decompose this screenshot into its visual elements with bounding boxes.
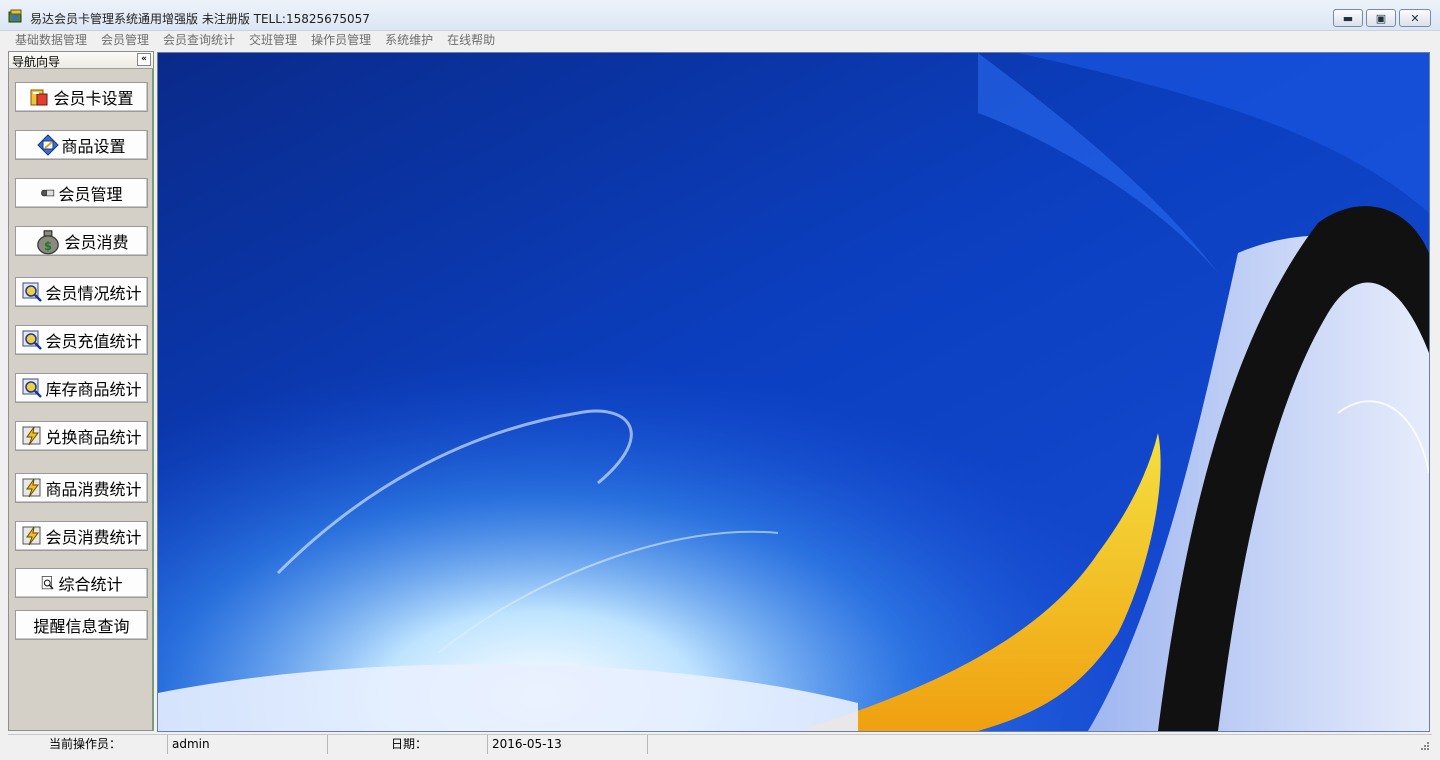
lightning-icon [22,526,41,546]
nav-header: 导航向导 « [9,52,153,69]
nav-button-label: 会员充值统计 [45,332,142,351]
title-bar: 易达会员卡管理系统通用增强版 未注册版 TELL:15825675057 ▬ ▣… [0,0,1440,31]
nav-button-label: 提醒信息查询 [33,617,130,636]
nav-button-card-settings[interactable]: 会员卡设置 [15,82,148,112]
menu-member-query[interactable]: 会员查询统计 [156,31,242,49]
date-label: 日期： [328,735,488,754]
money-bag-icon: $ [37,230,60,255]
nav-button-member-manage[interactable]: 会员管理 [15,178,148,208]
stats-magnifier-icon [22,378,43,398]
operator-value: admin [168,735,328,754]
main-background [157,52,1430,732]
nav-title: 导航向导 [12,55,61,69]
nav-button-member-consume[interactable]: $ 会员消费 [15,226,148,256]
nav-button-label: 会员消费统计 [45,528,142,547]
collapse-button[interactable]: « [137,53,151,66]
stats-magnifier-icon [22,282,43,302]
nav-button-member-status-stats[interactable]: 会员情况统计 [15,277,148,307]
nav-button-label: 会员卡设置 [53,89,134,108]
nav-button-label: 商品消费统计 [45,480,142,499]
menu-member-manage[interactable]: 会员管理 [94,31,156,49]
menu-shift-manage[interactable]: 交班管理 [242,31,304,49]
nav-button-product-consume-stats[interactable]: 商品消费统计 [15,473,148,503]
maximize-button[interactable]: ▣ [1366,9,1396,27]
lightning-icon [22,478,41,498]
lightning-icon [22,426,41,446]
nav-button-overall-stats[interactable]: 综合统计 [15,568,148,598]
nav-button-label: 库存商品统计 [45,380,142,399]
nav-button-member-recharge-stats[interactable]: 会员充值统计 [15,325,148,355]
nav-button-label: 综合统计 [58,575,123,594]
nav-button-label: 商品设置 [61,137,126,156]
navigation-panel: 导航向导 « 会员卡设置 商品设置 会员管理 $ 会员消费 会员情况统计 会员充… [8,51,154,731]
menu-online-help[interactable]: 在线帮助 [440,31,502,49]
nav-button-reminder-query[interactable]: 提醒信息查询 [15,610,148,640]
close-icon: ✕ [1410,11,1420,25]
minimize-icon: ▬ [1342,11,1354,25]
menu-basic-data[interactable]: 基础数据管理 [8,31,94,49]
menu-operator-manage[interactable]: 操作员管理 [304,31,378,49]
nav-button-label: 会员管理 [58,185,123,204]
window-title: 易达会员卡管理系统通用增强版 未注册版 TELL:15825675057 [30,12,370,26]
member-manage-icon [41,189,55,197]
minimize-button[interactable]: ▬ [1333,9,1363,27]
stats-magnifier-icon [22,330,43,350]
nav-button-label: 兑换商品统计 [45,428,142,447]
app-icon [8,9,22,23]
product-settings-icon [37,134,60,156]
nav-button-member-consume-stats[interactable]: 会员消费统计 [15,521,148,551]
maximize-icon: ▣ [1375,11,1387,25]
svg-text:$: $ [45,239,53,253]
nav-button-label: 会员情况统计 [45,284,142,303]
menu-bar: 基础数据管理 会员管理 会员查询统计 交班管理 操作员管理 系统维护 在线帮助 [0,31,1440,49]
search-doc-icon [42,576,55,590]
status-bar: 当前操作员： admin 日期： 2016-05-13 [8,734,1432,754]
menu-system-maintain[interactable]: 系统维护 [378,31,440,49]
resize-grip-icon[interactable] [1420,741,1430,751]
nav-button-label: 会员消费 [64,233,129,252]
date-value: 2016-05-13 [488,735,648,754]
close-button[interactable]: ✕ [1399,9,1431,27]
nav-button-exchange-stats[interactable]: 兑换商品统计 [15,421,148,451]
nav-button-stock-stats[interactable]: 库存商品统计 [15,373,148,403]
nav-button-product-settings[interactable]: 商品设置 [15,130,148,160]
operator-label: 当前操作员： [8,735,168,754]
card-settings-icon [30,89,48,106]
wallpaper-image [158,53,1429,731]
